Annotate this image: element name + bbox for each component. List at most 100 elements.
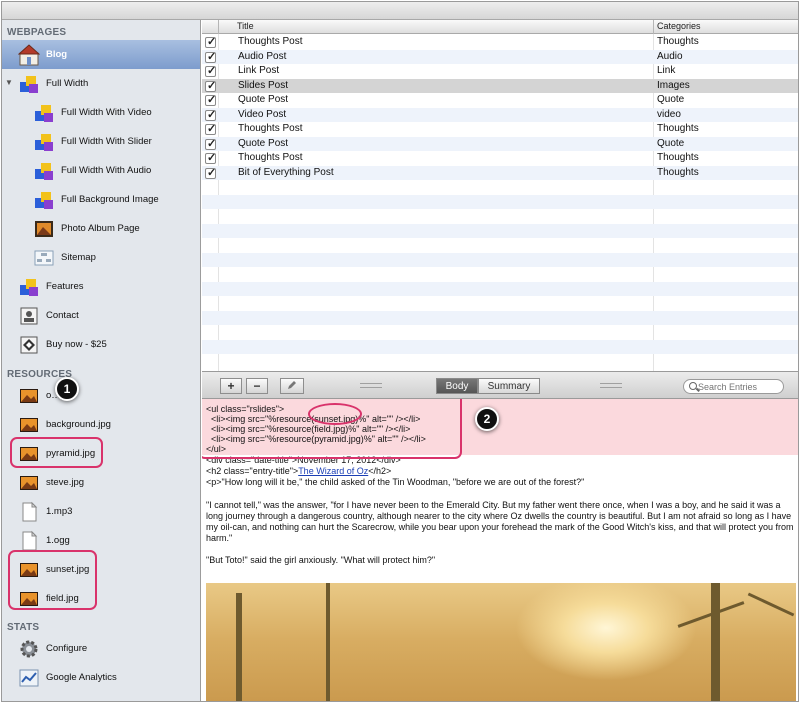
post-category-cell: Quote bbox=[657, 137, 685, 149]
resource-item-mp3[interactable]: 1.mp3 bbox=[2, 497, 200, 526]
empty-table-row bbox=[202, 252, 798, 267]
sidebar-item-contact[interactable]: Contact bbox=[2, 301, 200, 330]
image-file-icon bbox=[17, 413, 41, 437]
empty-table-row bbox=[202, 180, 798, 195]
sidebar-item-full-width[interactable]: Full Width bbox=[2, 69, 200, 98]
analytics-icon bbox=[17, 666, 41, 690]
sidebar-item-full-background-image[interactable]: Full Background Image bbox=[2, 185, 200, 214]
search-icon bbox=[689, 382, 697, 390]
column-header-title[interactable]: Title bbox=[237, 21, 254, 31]
sidebar-item-full-width-with-slider[interactable]: Full Width With Slider bbox=[2, 127, 200, 156]
published-checkbox[interactable] bbox=[205, 151, 216, 164]
remove-entry-button[interactable]: − bbox=[246, 378, 268, 394]
app-window: WEBPAGES Blog ▼ Full Width Full Width Wi… bbox=[1, 1, 799, 702]
sidebar-item-label: Full Width With Slider bbox=[61, 136, 152, 147]
empty-table-row bbox=[202, 238, 798, 253]
table-row[interactable]: Thoughts Post Thoughts bbox=[202, 151, 798, 166]
published-checkbox[interactable] bbox=[205, 137, 216, 150]
published-checkbox[interactable] bbox=[205, 108, 216, 121]
tree-trunk bbox=[236, 593, 242, 701]
table-row[interactable]: Video Post video bbox=[202, 107, 798, 122]
contact-icon bbox=[17, 304, 41, 328]
edit-entry-button[interactable] bbox=[280, 378, 304, 394]
sidebar-item-label: Contact bbox=[46, 310, 79, 321]
published-checkbox[interactable] bbox=[205, 35, 216, 48]
resource-item-background-jpg[interactable]: background.jpg bbox=[2, 410, 200, 439]
callout-badge-2: 2 bbox=[475, 407, 499, 431]
highlight-pyramid-resource bbox=[10, 437, 103, 468]
sidebar-item-full-width-with-audio[interactable]: Full Width With Audio bbox=[2, 156, 200, 185]
published-checkbox[interactable] bbox=[205, 122, 216, 135]
sidebar-item-blog[interactable]: Blog bbox=[2, 40, 200, 69]
post-title-cell: Thoughts Post bbox=[238, 152, 303, 163]
post-category-cell: Quote bbox=[657, 94, 685, 105]
sidebar-item-photo-album-page[interactable]: Photo Album Page bbox=[2, 214, 200, 243]
post-category-cell: video bbox=[657, 108, 681, 120]
table-row[interactable]: Quote Post Quote bbox=[202, 93, 798, 108]
sidebar-item-label: Google Analytics bbox=[46, 672, 117, 683]
published-checkbox[interactable] bbox=[205, 64, 216, 77]
post-title-cell: Video Post bbox=[238, 108, 287, 120]
sidebar-item-buy-now[interactable]: Buy now - $25 bbox=[2, 330, 200, 359]
table-row[interactable]: Thoughts Post Thoughts bbox=[202, 122, 798, 137]
splitter-grip[interactable] bbox=[360, 383, 382, 388]
sidebar-item-label: 1.mp3 bbox=[46, 506, 73, 517]
post-title-cell: Quote Post bbox=[238, 94, 289, 105]
sidebar-item-label: Blog bbox=[46, 49, 68, 60]
published-checkbox[interactable] bbox=[205, 79, 216, 92]
post-category-cell: Link bbox=[657, 65, 676, 76]
resource-item-image[interactable]: o…pg bbox=[2, 381, 200, 410]
post-title-cell: Thoughts Post bbox=[238, 36, 303, 47]
sidebar-item-features[interactable]: Features bbox=[2, 272, 200, 301]
table-row[interactable]: Audio Post Audio bbox=[202, 49, 798, 64]
table-row[interactable]: Bit of Everything Post Thoughts bbox=[202, 165, 798, 180]
blocks-icon bbox=[17, 72, 41, 96]
sidebar-item-label: Full Width With Audio bbox=[61, 165, 152, 176]
entry-title-link[interactable]: The Wizard of Oz bbox=[298, 466, 368, 476]
resource-item-steve-jpg[interactable]: steve.jpg bbox=[2, 468, 200, 497]
sidebar-item-label: Sitemap bbox=[61, 252, 96, 263]
empty-table-row bbox=[202, 194, 798, 209]
sidebar-item-label: Photo Album Page bbox=[61, 223, 140, 234]
sidebar-item-label: Full Width bbox=[46, 78, 89, 89]
photo-album-icon bbox=[32, 217, 56, 241]
column-header-categories[interactable]: Categories bbox=[657, 21, 701, 31]
sidebar-item-sitemap[interactable]: Sitemap bbox=[2, 243, 200, 272]
post-category-cell: Audio bbox=[657, 50, 683, 62]
published-checkbox[interactable] bbox=[205, 50, 216, 63]
title-bar bbox=[2, 2, 798, 20]
blocks-icon bbox=[32, 188, 56, 212]
splitter-grip[interactable] bbox=[600, 383, 622, 388]
published-checkbox[interactable] bbox=[205, 93, 216, 106]
post-title-cell: Slides Post bbox=[238, 79, 289, 91]
entry-editor[interactable]: <ul class="rslides"> <li><img src="%reso… bbox=[202, 399, 798, 701]
table-row[interactable]: Link Post Link bbox=[202, 64, 798, 79]
embedded-photo bbox=[206, 583, 796, 701]
tree-trunk bbox=[326, 583, 330, 701]
empty-table-row bbox=[202, 209, 798, 224]
sidebar-item-label: steve.jpg bbox=[46, 477, 85, 488]
home-icon bbox=[17, 43, 41, 67]
tab-summary[interactable]: Summary bbox=[478, 378, 540, 394]
tab-body[interactable]: Body bbox=[436, 378, 478, 394]
posts-table: Title Categories Thoughts Post Thoughts Au… bbox=[202, 20, 798, 371]
document-file-icon bbox=[17, 529, 41, 553]
sidebar-item-label: Configure bbox=[46, 643, 88, 654]
image-file-icon bbox=[17, 384, 41, 408]
table-row[interactable]: Thoughts Post Thoughts bbox=[202, 35, 798, 50]
section-header-stats: STATS bbox=[7, 622, 40, 633]
empty-table-row bbox=[202, 339, 798, 354]
paragraph: "But Toto!" said the girl anxiously. "Wh… bbox=[206, 555, 436, 565]
add-entry-button[interactable]: + bbox=[220, 378, 242, 394]
sidebar-item-configure[interactable]: Configure bbox=[2, 634, 200, 663]
column-divider bbox=[218, 20, 219, 34]
editor-toolbar: + − Body Summary bbox=[202, 371, 798, 399]
sidebar-item-full-width-with-video[interactable]: Full Width With Video bbox=[2, 98, 200, 127]
table-row[interactable]: Slides Post Images bbox=[202, 78, 798, 93]
sidebar-item-google-analytics[interactable]: Google Analytics bbox=[2, 663, 200, 692]
callout-badge-1: 1 bbox=[55, 377, 79, 401]
post-category-cell: Thoughts bbox=[657, 152, 699, 163]
table-row[interactable]: Quote Post Quote bbox=[202, 136, 798, 151]
published-checkbox[interactable] bbox=[205, 166, 216, 179]
h2-open-tag: <h2 class="entry-title"> bbox=[206, 466, 299, 476]
